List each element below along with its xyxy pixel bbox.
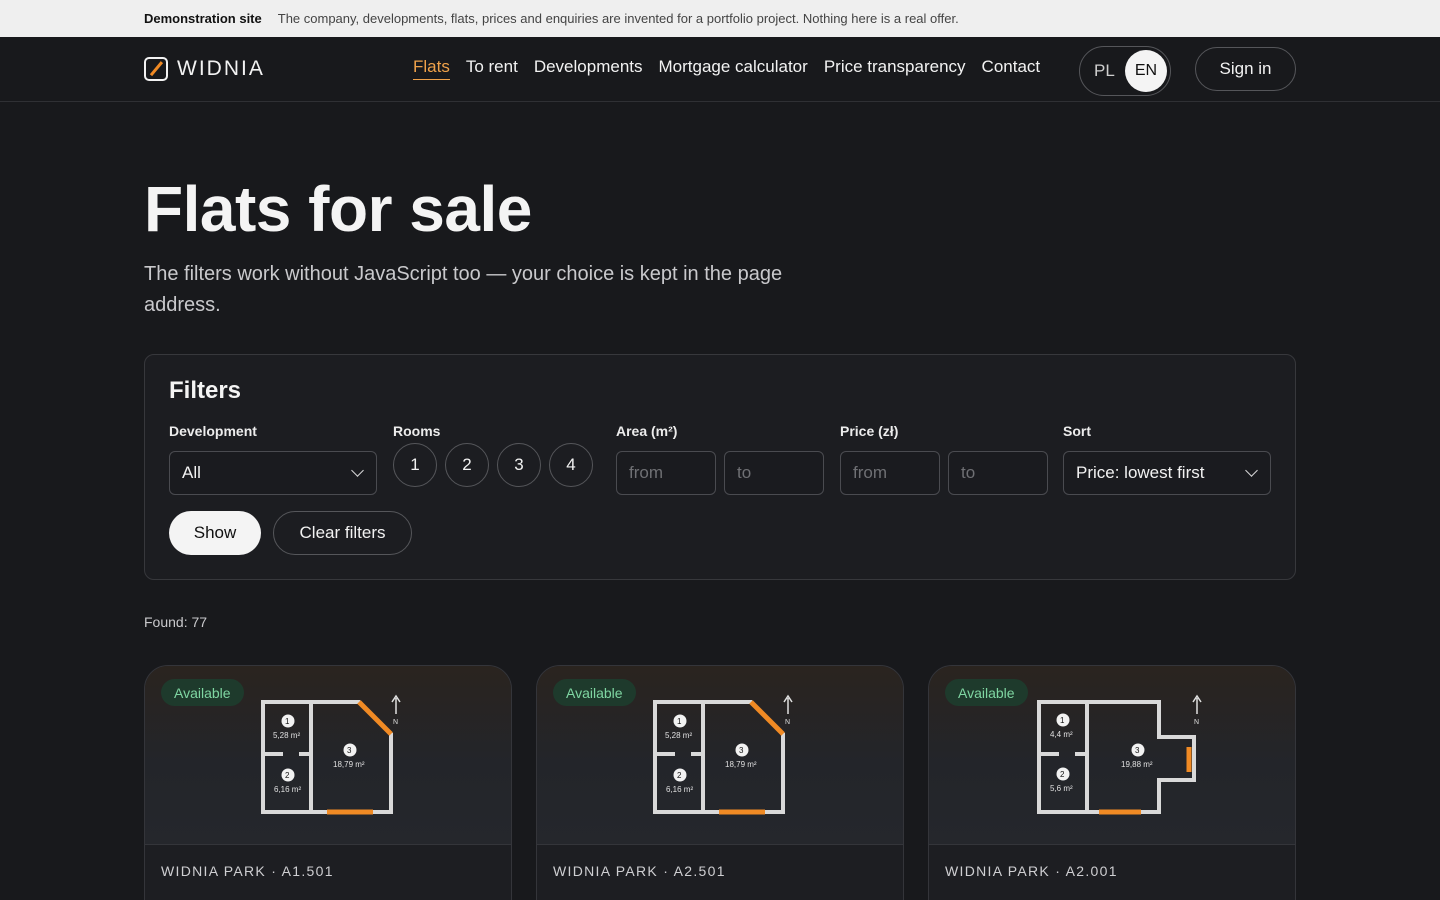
flat-card[interactable]: Available N 1 4,4 m² 2 5,6 m² 3 19,88 m²… [928,665,1296,900]
status-badge: Available [945,679,1028,706]
room-number: 3 [347,746,352,755]
floor-plan-icon: N 1 5,28 m² 2 6,16 m² 3 18,79 m² [261,694,401,815]
room-number: 1 [677,717,682,726]
page-subtitle: The filters work without JavaScript too … [144,263,783,316]
demo-banner-title: Demonstration site [144,11,262,26]
rooms-option-4[interactable]: 4 [549,443,593,487]
nav-to-rent[interactable]: To rent [466,57,518,80]
development-select[interactable]: All [169,451,377,495]
room-number: 2 [285,771,290,780]
floor-plan-image: Available N 1 4,4 m² 2 5,6 m² 3 19,88 m² [929,666,1295,845]
logo-icon [144,57,168,81]
area-to-input[interactable] [724,451,824,495]
sort-select-value: Price: lowest first [1076,463,1205,482]
nav-contact[interactable]: Contact [982,57,1041,80]
room-number: 3 [739,746,744,755]
demo-banner: Demonstration site The company, developm… [0,0,1440,37]
lang-en[interactable]: EN [1125,50,1167,92]
main-nav: Flats To rent Developments Mortgage calc… [413,57,1040,80]
rooms-label: Rooms [393,423,441,439]
compass-label: N [1194,719,1199,726]
room-area: 4,4 m² [1050,730,1073,739]
area-label: Area (m²) [616,423,678,439]
flat-card-title: WIDNIA PARK · A1.501 [161,863,334,879]
flat-card[interactable]: Available N 1 5,28 m² 2 6,16 m² 3 18,79 … [144,665,512,900]
site-header: WIDNIA Flats To rent Developments Mortga… [0,37,1440,102]
language-switcher: PL EN [1079,46,1171,96]
sign-in-button[interactable]: Sign in [1195,47,1296,91]
room-area: 6,16 m² [666,785,693,794]
price-label: Price (zł) [840,423,899,439]
status-badge: Available [553,679,636,706]
floor-plan-image: Available N 1 5,28 m² 2 6,16 m² 3 18,79 … [537,666,903,845]
results-count: Found: 77 [144,614,208,630]
sort-select[interactable]: Price: lowest first [1063,451,1271,495]
room-number: 3 [1135,746,1140,755]
development-select-value: All [182,463,201,482]
floor-plan-image: Available N 1 5,28 m² 2 6,16 m² 3 18,79 … [145,666,511,845]
demo-banner-text: The company, developments, flats, prices… [277,11,959,26]
nav-price-transparency[interactable]: Price transparency [824,57,966,80]
page-title: Flats for sale [144,173,532,245]
rooms-option-1[interactable]: 1 [393,443,437,487]
compass-label: N [393,719,398,726]
flat-card-title: WIDNIA PARK · A2.001 [945,863,1118,879]
price-from-input[interactable] [840,451,940,495]
rooms-option-3[interactable]: 3 [497,443,541,487]
room-area: 18,79 m² [725,760,757,769]
area-from-input[interactable] [616,451,716,495]
flat-card[interactable]: Available N 1 5,28 m² 2 6,16 m² 3 18,79 … [536,665,904,900]
lang-pl[interactable]: PL [1094,61,1115,81]
nav-developments[interactable]: Developments [534,57,643,80]
rooms-option-2[interactable]: 2 [445,443,489,487]
room-area: 18,79 m² [333,760,365,769]
price-to-input[interactable] [948,451,1048,495]
show-button[interactable]: Show [169,511,261,555]
nav-mortgage-calculator[interactable]: Mortgage calculator [659,57,808,80]
room-number: 2 [677,771,682,780]
room-area: 5,28 m² [273,731,300,740]
room-number: 2 [1060,770,1065,779]
nav-flats[interactable]: Flats [413,57,450,80]
filters-panel: Filters Development All Rooms 1 2 3 4 Ar… [144,354,1296,580]
sort-label: Sort [1063,423,1091,439]
room-area: 5,28 m² [665,731,692,740]
floor-plan-icon: N 1 5,28 m² 2 6,16 m² 3 18,79 m² [653,694,793,815]
room-number: 1 [285,717,290,726]
floor-plan-icon: N 1 4,4 m² 2 5,6 m² 3 19,88 m² [1037,694,1202,815]
room-number: 1 [1060,716,1065,725]
clear-filters-button[interactable]: Clear filters [273,511,412,555]
room-area: 5,6 m² [1050,784,1073,793]
status-badge: Available [161,679,244,706]
development-label: Development [169,423,257,439]
room-area: 19,88 m² [1121,760,1153,769]
chevron-down-icon [1245,464,1258,477]
logo[interactable]: WIDNIA [144,56,265,82]
logo-text: WIDNIA [177,57,265,80]
room-area: 6,16 m² [274,785,301,794]
chevron-down-icon [351,464,364,477]
flat-card-title: WIDNIA PARK · A2.501 [553,863,726,879]
filters-title: Filters [169,377,242,404]
compass-label: N [785,719,790,726]
